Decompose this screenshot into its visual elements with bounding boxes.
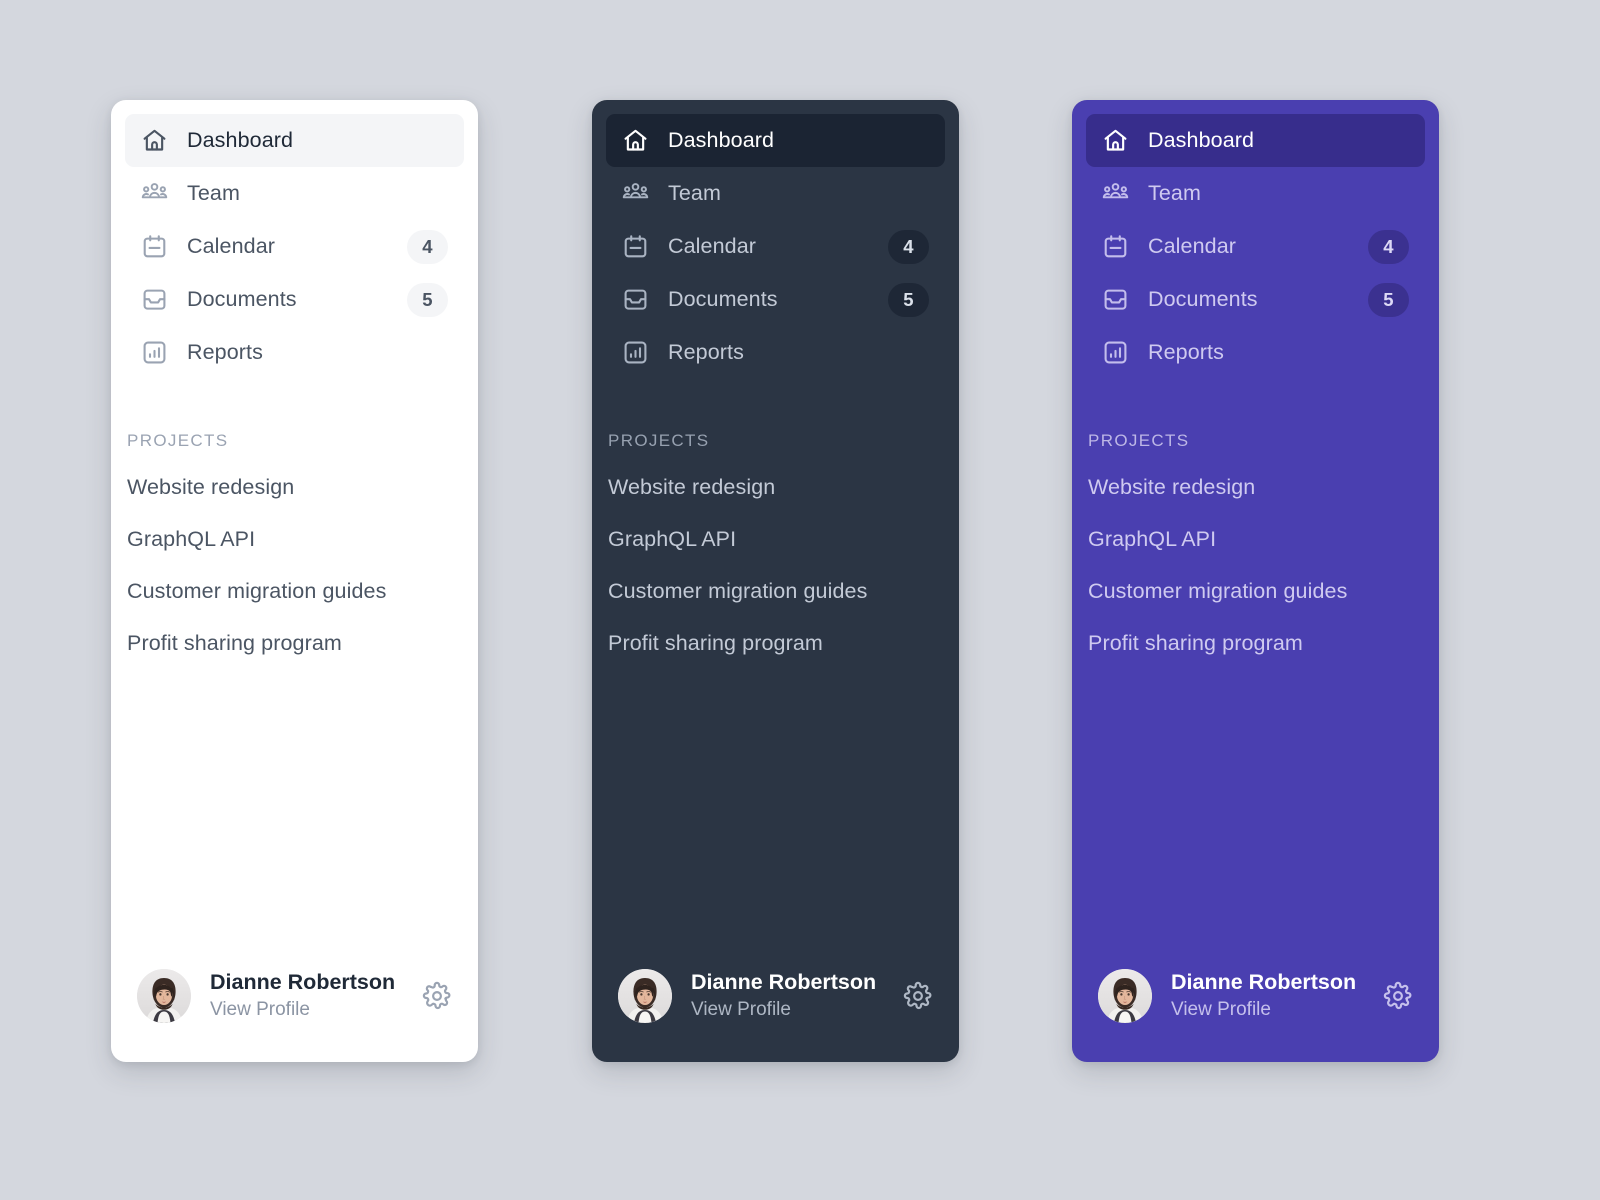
badge-documents: 5 bbox=[1368, 282, 1409, 317]
users-icon bbox=[141, 180, 168, 207]
nav-item-team[interactable]: Team bbox=[1086, 167, 1425, 220]
profile-name: Dianne Robertson bbox=[1171, 970, 1357, 995]
project-item[interactable]: GraphQL API bbox=[592, 513, 959, 565]
nav-item-label: Documents bbox=[1148, 287, 1258, 311]
nav-item-label: Reports bbox=[1148, 340, 1224, 364]
badge-calendar: 4 bbox=[407, 229, 448, 264]
nav-item-label: Dashboard bbox=[187, 128, 294, 152]
project-item[interactable]: Customer migration guides bbox=[1072, 565, 1439, 617]
project-item[interactable]: Profit sharing program bbox=[592, 617, 959, 669]
nav-item-label: Documents bbox=[187, 287, 297, 311]
inbox-icon bbox=[622, 286, 649, 313]
nav-item-reports[interactable]: Reports bbox=[606, 326, 945, 379]
projects-heading: PROJECTS bbox=[1088, 431, 1190, 450]
nav-item-dashboard[interactable]: Dashboard bbox=[606, 114, 945, 167]
chart-icon bbox=[1102, 339, 1129, 366]
gear-icon[interactable] bbox=[903, 981, 933, 1011]
dark-sidebar: Dashboard Team Calendar 4 Documents 5 Reports … bbox=[592, 100, 959, 1062]
nav-item-calendar[interactable]: Calendar 4 bbox=[1086, 220, 1425, 273]
view-profile-link[interactable]: View Profile bbox=[1171, 998, 1364, 1023]
profile-footer-light[interactable]: Dianne Robertson View Profile bbox=[111, 944, 478, 1048]
nav-item-calendar[interactable]: Calendar 4 bbox=[606, 220, 945, 273]
badge-documents: 5 bbox=[407, 282, 448, 317]
purple-sidebar: Dashboard Team Calendar 4 Documents 5 Reports … bbox=[1072, 100, 1439, 1062]
projects-block-purple: PROJECTS Website redesign GraphQL API Custo… bbox=[1072, 379, 1439, 669]
avatar bbox=[137, 969, 191, 1023]
inbox-icon bbox=[1102, 286, 1129, 313]
nav-item-label: Reports bbox=[668, 340, 744, 364]
nav-item-label: Calendar bbox=[187, 234, 276, 258]
avatar bbox=[618, 969, 672, 1023]
light-sidebar: Dashboard Team Calendar 4 Documents 5 Reports … bbox=[111, 100, 478, 1062]
chart-icon bbox=[141, 339, 168, 366]
profile-name: Dianne Robertson bbox=[691, 970, 877, 995]
nav-item-label: Dashboard bbox=[668, 128, 775, 152]
profile-text: Dianne Robertson View Profile bbox=[210, 969, 403, 1022]
nav-list-purple: Dashboard Team Calendar 4 Documents 5 Reports bbox=[1072, 100, 1439, 379]
badge-documents: 5 bbox=[888, 282, 929, 317]
nav-item-label: Team bbox=[1148, 181, 1201, 205]
view-profile-link[interactable]: View Profile bbox=[691, 998, 884, 1023]
users-icon bbox=[622, 180, 649, 207]
projects-block-dark: PROJECTS Website redesign GraphQL API Custo… bbox=[592, 379, 959, 669]
nav-item-label: Team bbox=[668, 181, 721, 205]
nav-item-documents[interactable]: Documents 5 bbox=[125, 273, 464, 326]
gear-icon[interactable] bbox=[1383, 981, 1413, 1011]
nav-item-dashboard[interactable]: Dashboard bbox=[1086, 114, 1425, 167]
home-icon bbox=[1102, 127, 1129, 154]
nav-item-label: Team bbox=[187, 181, 240, 205]
home-icon bbox=[141, 127, 168, 154]
view-profile-link[interactable]: View Profile bbox=[210, 998, 403, 1023]
calendar-icon bbox=[1102, 233, 1129, 260]
nav-item-label: Documents bbox=[668, 287, 778, 311]
avatar bbox=[1098, 969, 1152, 1023]
project-item[interactable]: Website redesign bbox=[111, 461, 478, 513]
nav-item-label: Calendar bbox=[1148, 234, 1237, 258]
nav-list-light: Dashboard Team Calendar 4 Documents 5 Reports bbox=[111, 100, 478, 379]
project-item[interactable]: GraphQL API bbox=[111, 513, 478, 565]
project-item[interactable]: Customer migration guides bbox=[592, 565, 959, 617]
projects-block-light: PROJECTS Website redesign GraphQL API Custo… bbox=[111, 379, 478, 669]
badge-calendar: 4 bbox=[1368, 229, 1409, 264]
nav-item-documents[interactable]: Documents 5 bbox=[1086, 273, 1425, 326]
calendar-icon bbox=[141, 233, 168, 260]
profile-text: Dianne Robertson View Profile bbox=[691, 969, 884, 1022]
nav-item-documents[interactable]: Documents 5 bbox=[606, 273, 945, 326]
nav-list-dark: Dashboard Team Calendar 4 Documents 5 Reports bbox=[592, 100, 959, 379]
sidebar-variants-stage: Dashboard Team Calendar 4 Documents 5 Reports … bbox=[0, 0, 1600, 1200]
nav-item-team[interactable]: Team bbox=[606, 167, 945, 220]
project-item[interactable]: Website redesign bbox=[1072, 461, 1439, 513]
project-item[interactable]: GraphQL API bbox=[1072, 513, 1439, 565]
project-item[interactable]: Profit sharing program bbox=[111, 617, 478, 669]
nav-item-label: Reports bbox=[187, 340, 263, 364]
chart-icon bbox=[622, 339, 649, 366]
users-icon bbox=[1102, 180, 1129, 207]
projects-heading: PROJECTS bbox=[127, 431, 229, 450]
nav-item-calendar[interactable]: Calendar 4 bbox=[125, 220, 464, 273]
nav-item-label: Dashboard bbox=[1148, 128, 1255, 152]
calendar-icon bbox=[622, 233, 649, 260]
nav-item-dashboard[interactable]: Dashboard bbox=[125, 114, 464, 167]
profile-name: Dianne Robertson bbox=[210, 970, 396, 995]
projects-heading: PROJECTS bbox=[608, 431, 710, 450]
badge-calendar: 4 bbox=[888, 229, 929, 264]
project-item[interactable]: Profit sharing program bbox=[1072, 617, 1439, 669]
profile-footer-dark[interactable]: Dianne Robertson View Profile bbox=[592, 944, 959, 1048]
profile-text: Dianne Robertson View Profile bbox=[1171, 969, 1364, 1022]
gear-icon[interactable] bbox=[422, 981, 452, 1011]
home-icon bbox=[622, 127, 649, 154]
nav-item-reports[interactable]: Reports bbox=[125, 326, 464, 379]
project-item[interactable]: Customer migration guides bbox=[111, 565, 478, 617]
profile-footer-purple[interactable]: Dianne Robertson View Profile bbox=[1072, 944, 1439, 1048]
nav-item-reports[interactable]: Reports bbox=[1086, 326, 1425, 379]
inbox-icon bbox=[141, 286, 168, 313]
nav-item-label: Calendar bbox=[668, 234, 757, 258]
nav-item-team[interactable]: Team bbox=[125, 167, 464, 220]
project-item[interactable]: Website redesign bbox=[592, 461, 959, 513]
